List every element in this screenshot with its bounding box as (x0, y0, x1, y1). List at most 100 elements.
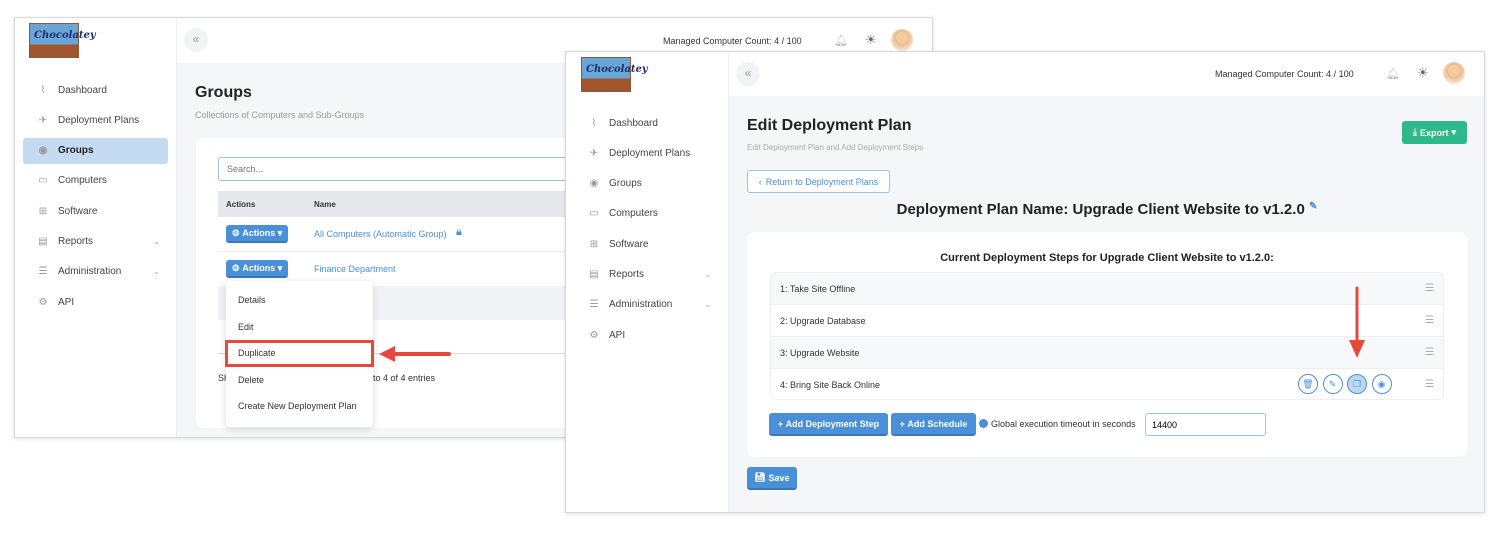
info-icon (979, 419, 988, 428)
gear-icon: ⚙ (589, 329, 599, 341)
chevron-left-icon: ‹ (758, 176, 762, 187)
header: « Managed Computer Count: 4 / 100 🔔︎ ☀ (729, 52, 1484, 96)
sidebar-item-computers[interactable]: ▭ Computers (574, 201, 719, 227)
edit-icon[interactable]: ✎ (1322, 374, 1343, 394)
steps-title: Current Deployment Steps for Upgrade Cli… (940, 252, 1274, 264)
sidebar-item-label: Dashboard (609, 117, 658, 129)
sidebar-item-software[interactable]: ⊞ Software (574, 231, 719, 257)
chevron-down-icon: ⌄ (704, 270, 711, 279)
menu-item-delete[interactable]: Delete (238, 375, 264, 385)
menu-item-create-new-deployment-plan[interactable]: Create New Deployment Plan (238, 401, 357, 411)
sidebar-item-api[interactable]: ⚙ API (574, 322, 719, 348)
collapse-sidebar-button[interactable]: « (184, 28, 208, 52)
sidebar-item-dashboard[interactable]: ⌇ Dashboard (574, 110, 719, 136)
sun-icon[interactable]: ☀ (865, 32, 877, 48)
entries-info: to 4 of 4 entries (373, 373, 436, 383)
drag-handle-icon[interactable]: ☰ (1425, 379, 1434, 390)
drag-handle-icon[interactable]: ☰ (1425, 315, 1434, 326)
step-row[interactable]: 1: Take Site Offline ☰ (771, 273, 1443, 305)
step-label: 1: Take Site Offline (780, 283, 856, 294)
drag-handle-icon[interactable]: ☰ (1425, 347, 1434, 358)
timeout-label: Global execution timeout in seconds (991, 419, 1136, 429)
annotation-arrow-left (379, 346, 451, 362)
sidebar-item-deployment-plans[interactable]: ✈ Deployment Plans (23, 107, 168, 133)
chart-line-icon: ⌇ (591, 117, 597, 129)
timeout-input[interactable] (1145, 413, 1266, 436)
export-button[interactable]: ⤓ Export ▾ (1402, 121, 1467, 144)
edit-deployment-plan-window: Chocolatey ⌇ Dashboard ✈ Deployment Plans ◉ G… (565, 51, 1485, 513)
page-subtitle: Collections of Computers and Sub-Groups (195, 110, 365, 120)
save-button[interactable]: 💾︎ Save (747, 467, 797, 490)
drag-handle-icon[interactable]: ☰ (1425, 283, 1434, 294)
sidebar-item-deployment-plans[interactable]: ✈ Deployment Plans (574, 140, 719, 166)
step-label: 2: Upgrade Database (780, 315, 866, 326)
page-title: Groups (195, 84, 252, 101)
monitor-icon: ▭ (589, 208, 599, 220)
actions-dropdown-button[interactable]: ⚙ Actions ▾ (226, 260, 288, 278)
collapse-sidebar-button[interactable]: « (736, 62, 760, 86)
step-row[interactable]: 2: Upgrade Database ☰ (771, 305, 1443, 337)
sidebar: Chocolatey ⌇ Dashboard ✈ Deployment Plans ◉ G… (566, 52, 729, 512)
sidebar-item-label: Administration (58, 266, 122, 278)
column-actions: Actions (226, 200, 256, 209)
sliders-icon: ☰ (589, 299, 599, 311)
sidebar-item-administration[interactable]: ☰ Administration ⌄ (23, 259, 168, 285)
logo: Chocolatey (581, 57, 648, 92)
sidebar-item-label: Deployment Plans (58, 114, 140, 126)
sidebar-item-label: API (609, 329, 626, 341)
gear-icon: ⚙ (38, 296, 48, 308)
sun-icon[interactable]: ☀ (1417, 65, 1429, 81)
column-name: Name (314, 200, 336, 209)
sidebar-item-groups[interactable]: ◉ Groups (574, 171, 719, 197)
bell-icon[interactable]: 🔔︎ (1386, 67, 1400, 80)
actions-dropdown-button[interactable]: ⚙ Actions ▾ (226, 225, 288, 243)
sidebar-item-label: Reports (58, 236, 94, 247)
paper-plane-icon: ✈ (589, 147, 599, 159)
step-label: 3: Upgrade Website (780, 347, 860, 358)
menu-item-details[interactable]: Details (238, 295, 266, 305)
caret-down-icon: ▾ (1451, 127, 1457, 137)
paper-plane-icon: ✈ (38, 114, 48, 126)
sidebar-item-label: Software (58, 205, 98, 217)
menu-item-edit[interactable]: Edit (238, 322, 254, 332)
sidebar-item-label: Dashboard (58, 84, 107, 96)
managed-computer-count: Managed Computer Count: 4 / 100 (663, 36, 802, 46)
step-row[interactable]: 4: Bring Site Back Online ☰ 🗑︎ ✎ ❐ ◉ (771, 369, 1443, 399)
return-to-deployment-plans-button[interactable]: ‹ Return to Deployment Plans (747, 170, 890, 193)
sidebar-item-api[interactable]: ⚙ API (23, 289, 168, 315)
logo: Chocolatey (29, 23, 96, 58)
add-schedule-button[interactable]: + Add Schedule (891, 413, 976, 436)
chevron-down-icon: ⌄ (704, 300, 711, 310)
edit-icon[interactable]: ✎ (1309, 201, 1317, 212)
avatar[interactable] (1443, 62, 1465, 84)
managed-computer-count: Managed Computer Count: 4 / 100 (1215, 69, 1354, 79)
search-input[interactable] (218, 157, 618, 181)
view-icon[interactable]: ◉ (1371, 374, 1392, 394)
add-deployment-step-button[interactable]: + Add Deployment Step (769, 413, 888, 436)
sidebar-item-administration[interactable]: ☰ Administration ⌄ (574, 292, 719, 318)
steps-list: 1: Take Site Offline ☰ 2: Upgrade Database… (770, 272, 1444, 400)
step-label: 4: Bring Site Back Online (780, 379, 881, 390)
lock-icon: 🔒︎ (456, 226, 462, 238)
sidebar-item-label: Groups (58, 145, 94, 157)
sidebar-item-reports[interactable]: ▤ Reports ⌄ (574, 262, 719, 288)
sidebar-item-computers[interactable]: ▭ Computers (23, 168, 168, 194)
sidebar-item-software[interactable]: ⊞ Software (23, 198, 168, 224)
layers-icon: ◉ (38, 145, 48, 157)
plan-name-heading: Deployment Plan Name: Upgrade Client Web… (896, 201, 1318, 218)
annotation-arrow-down (1349, 286, 1365, 358)
sidebar-item-label: API (58, 296, 75, 308)
group-link[interactable]: All Computers (Automatic Group) (314, 229, 447, 239)
duplicate-icon[interactable]: ❐ (1347, 374, 1367, 394)
avatar[interactable] (891, 29, 913, 51)
sidebar-item-dashboard[interactable]: ⌇ Dashboard (23, 77, 168, 103)
sidebar-item-label: Computers (58, 175, 107, 187)
sidebar-item-groups[interactable]: ◉ Groups (23, 137, 168, 164)
sidebar-item-reports[interactable]: ▤ Reports ⌄ (23, 229, 168, 255)
step-row[interactable]: 3: Upgrade Website ☰ (771, 337, 1443, 369)
group-link[interactable]: Finance Department (314, 264, 396, 274)
sidebar-item-label: Administration (609, 299, 673, 311)
sidebar-item-label: Computers (609, 208, 658, 220)
bell-icon[interactable]: 🔔︎ (834, 34, 848, 47)
delete-icon[interactable]: 🗑︎ (1298, 374, 1318, 394)
